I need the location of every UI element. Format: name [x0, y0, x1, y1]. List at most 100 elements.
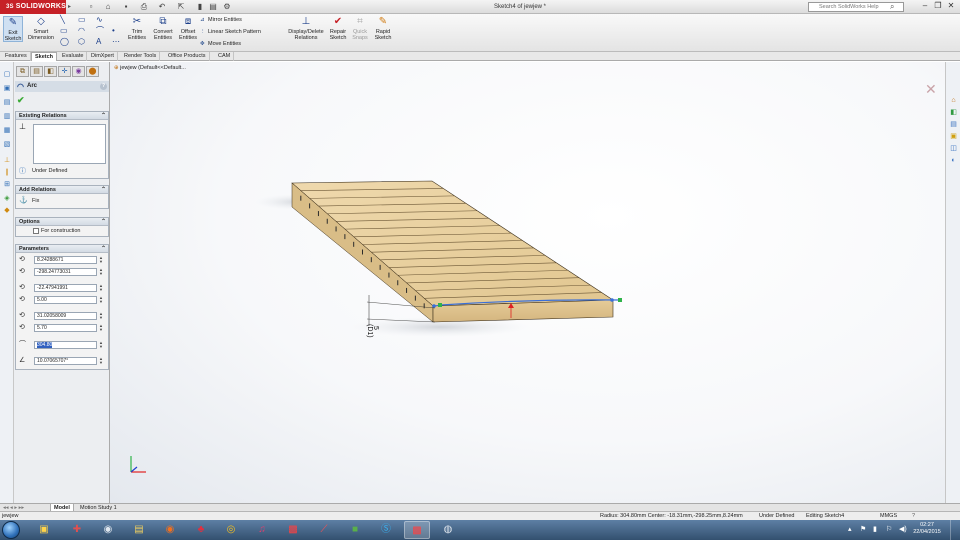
smart-dimension-button[interactable]: ◇ Smart Dimension: [27, 16, 55, 41]
linear-sketch-pattern-button[interactable]: ⋮ Linear Sketch Pattern: [200, 29, 261, 36]
relation-tool-icon[interactable]: ∥: [2, 168, 12, 177]
relations-list[interactable]: [33, 124, 106, 164]
spinner-icon[interactable]: ▲ ▼: [99, 256, 103, 264]
volume-icon[interactable]: ◀): [899, 525, 907, 533]
media-player-icon[interactable]: ◉: [157, 521, 183, 539]
cam-tab[interactable]: ⬤: [86, 66, 99, 77]
file-properties-icon[interactable]: ▤: [208, 2, 218, 12]
system-clock[interactable]: 02:27 22/04/2015: [910, 522, 944, 536]
spinner-icon[interactable]: ▲ ▼: [99, 324, 103, 332]
solidworks-icon[interactable]: ▩: [280, 521, 306, 539]
spinner-icon[interactable]: ▲ ▼: [99, 357, 103, 365]
ok-check-icon[interactable]: ✔: [17, 95, 25, 106]
slot-icon[interactable]: ▭: [60, 27, 68, 35]
flag-icon[interactable]: ⚐: [886, 525, 892, 533]
radius-field[interactable]: 304.80: [34, 341, 97, 349]
circle-icon[interactable]: ◯: [60, 38, 69, 46]
mirror-entities-button[interactable]: ⊿ Mirror Entities: [200, 17, 242, 24]
arc-endpoint-relation[interactable]: [438, 303, 442, 307]
restore-button[interactable]: ❐: [933, 1, 943, 11]
spline-icon[interactable]: ∿: [96, 16, 103, 24]
tab-cam[interactable]: CAM: [215, 52, 235, 61]
file-explorer-icon[interactable]: ▣: [949, 132, 958, 141]
appearances-icon[interactable]: ◐: [949, 156, 958, 165]
graphics-area[interactable]: ⊕ jewjew (Default<<Default... ⌕⌕⤢◫▣◪⚹◐◑▦…: [110, 62, 945, 503]
start-y-field[interactable]: 5.00: [34, 296, 97, 304]
app-icon[interactable]: ✚: [64, 521, 90, 539]
options-icon[interactable]: ⚙: [222, 2, 232, 12]
collapse-icon[interactable]: ⌃: [101, 186, 106, 194]
app-icon[interactable]: ⟋: [311, 521, 337, 539]
spinner-icon[interactable]: ▲ ▼: [99, 284, 103, 292]
centerline-icon[interactable]: ⋯: [112, 38, 120, 46]
quick-snaps-button[interactable]: ⌗ Quick Snaps: [350, 16, 370, 41]
for-construction-checkbox[interactable]: [33, 228, 39, 234]
convert-entities-button[interactable]: ⧉ Convert Entities: [150, 16, 176, 41]
tray-app-icon[interactable]: ⚑: [860, 525, 866, 533]
arc-endpoint-relation[interactable]: [618, 298, 622, 302]
new-file-icon[interactable]: ▫: [86, 2, 96, 12]
text-icon[interactable]: A: [96, 38, 101, 46]
center-x-field[interactable]: 8.24288671: [34, 256, 97, 264]
steam-icon[interactable]: ◉: [95, 521, 121, 539]
rebuild-icon[interactable]: ▮: [195, 2, 205, 12]
solidworks-logo[interactable]: 3S SOLIDWORKS: [0, 0, 66, 14]
skype-icon[interactable]: Ⓢ: [373, 521, 399, 539]
tab-sketch[interactable]: Sketch: [31, 52, 58, 61]
design-library-icon[interactable]: ▤: [949, 120, 958, 129]
start-button[interactable]: [2, 521, 20, 539]
chrome-icon[interactable]: ◎: [218, 521, 244, 539]
tab-evaluate[interactable]: Evaluate: [59, 52, 88, 61]
spinner-icon[interactable]: ▲ ▼: [99, 268, 103, 276]
group-header[interactable]: Existing Relations ⌃: [16, 112, 108, 120]
tab-dimxpert[interactable]: DimXpert: [88, 52, 118, 61]
sketch-tool-icon[interactable]: ⊞: [2, 180, 12, 189]
sketch-tool-icon[interactable]: ▤: [2, 98, 12, 107]
spinner-icon[interactable]: ▲ ▼: [99, 296, 103, 304]
angle-field[interactable]: 10.07065707°: [34, 357, 97, 365]
move-entities-button[interactable]: ✥ Move Entities: [200, 41, 241, 48]
explorer-icon[interactable]: ▣: [31, 521, 57, 539]
polygon-icon[interactable]: ⬡: [78, 38, 85, 46]
close-button[interactable]: ✕: [946, 1, 956, 11]
arc-endpoint[interactable]: [432, 304, 436, 308]
display-manager-tab[interactable]: ◉: [72, 66, 85, 77]
network-icon[interactable]: ▮: [873, 525, 877, 533]
trim-entities-button[interactable]: ✂ Trim Entities: [126, 16, 148, 41]
group-header[interactable]: Add Relations ⌃: [16, 186, 108, 194]
itunes-icon[interactable]: ♫: [249, 521, 275, 539]
dimension-name[interactable]: (D1): [366, 324, 373, 338]
spinner-icon[interactable]: ▲ ▼: [99, 341, 103, 349]
offset-entities-button[interactable]: ⧈ Offset Entities: [177, 16, 199, 41]
rapid-sketch-button[interactable]: ✎ Rapid Sketch: [372, 16, 394, 41]
menu-arrow-icon[interactable]: ▸: [68, 3, 71, 10]
feature-manager-tab[interactable]: ⧉: [16, 66, 29, 77]
folder-icon[interactable]: ▤: [126, 521, 152, 539]
open-file-icon[interactable]: ⌂: [103, 2, 113, 12]
minimize-button[interactable]: –: [920, 1, 930, 11]
arc-endpoint[interactable]: [610, 298, 614, 302]
group-header[interactable]: Options ⌃: [16, 218, 108, 226]
configuration-manager-tab[interactable]: ◧: [44, 66, 57, 77]
collapse-icon[interactable]: ⌃: [101, 112, 106, 120]
group-header[interactable]: Parameters ⌃: [16, 245, 108, 253]
end-y-field[interactable]: 5.70: [34, 324, 97, 332]
spinner-icon[interactable]: ▲ ▼: [99, 312, 103, 320]
app-icon[interactable]: ♣: [188, 521, 214, 539]
show-desktop-button[interactable]: [950, 520, 960, 540]
solidworks-active-icon[interactable]: ▩: [404, 521, 430, 539]
sketch-fillet-icon[interactable]: ⌒: [96, 27, 104, 35]
line-icon[interactable]: ╲: [60, 16, 65, 24]
relation-tool-icon[interactable]: ⊥: [2, 156, 12, 165]
start-x-field[interactable]: -22.47941991: [34, 284, 97, 292]
tab-features[interactable]: Features: [2, 52, 31, 61]
sketch-tool-icon[interactable]: ▢: [2, 70, 12, 79]
collapse-icon[interactable]: ⌃: [101, 245, 106, 253]
print-icon[interactable]: ⎙: [139, 2, 149, 12]
sketch-tool-icon[interactable]: ◆: [2, 206, 12, 215]
sketch-tool-icon[interactable]: ◈: [2, 194, 12, 203]
collapse-icon[interactable]: ⌃: [101, 218, 106, 226]
tab-office-products[interactable]: Office Products: [165, 52, 210, 61]
property-manager-tab[interactable]: ▤: [30, 66, 43, 77]
view-palette-icon[interactable]: ◫: [949, 144, 958, 153]
